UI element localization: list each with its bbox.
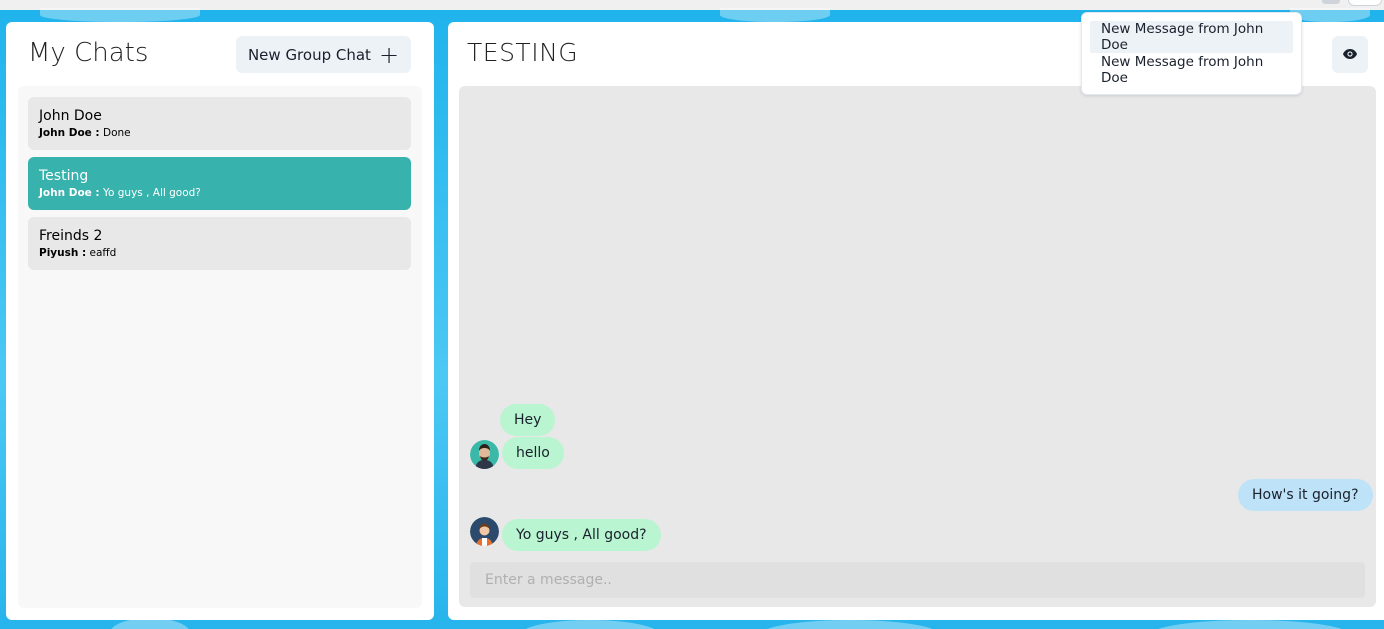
background-bubble	[1290, 8, 1370, 22]
chat-latest-text: eaffd	[86, 247, 117, 259]
chat-title: TESTING	[467, 38, 579, 67]
chat-list-item[interactable]: Freinds 2 Piyush : eaffd	[28, 217, 411, 270]
chat-list: John Doe John Doe : Done Testing John Do…	[18, 86, 422, 608]
chat-latest-text: Done	[99, 127, 131, 139]
my-chats-title: My Chats	[28, 38, 149, 68]
new-group-chat-button[interactable]: New Group Chat +	[236, 36, 411, 73]
chat-name: Testing	[39, 168, 89, 184]
chat-latest-message: John Doe : Done	[39, 126, 400, 140]
bell-icon[interactable]	[1322, 0, 1340, 4]
chat-latest-sender: Piyush :	[39, 247, 87, 259]
message-input[interactable]	[470, 562, 1365, 598]
top-strip	[0, 0, 1384, 10]
avatar-menu-icon[interactable]	[1348, 0, 1382, 6]
chat-list-item[interactable]: Testing John Doe : Yo guys , All good?	[28, 157, 411, 210]
background-bubble	[720, 8, 830, 22]
notification-menu: New Message from John Doe New Message fr…	[1081, 12, 1302, 95]
chat-latest-sender: John Doe :	[39, 127, 100, 139]
chat-latest-message: Piyush : eaffd	[39, 246, 400, 260]
chat-panel: TESTING Hey hello How's it going? Yo guy…	[448, 22, 1384, 620]
avatar[interactable]	[470, 517, 499, 546]
background-bubble	[1150, 620, 1350, 629]
background-bubble	[760, 620, 940, 629]
chat-name: John Doe	[39, 108, 102, 124]
message-bubble: How's it going?	[1238, 479, 1373, 511]
chat-latest-text: Yo guys , All good?	[99, 187, 201, 199]
message-bubble: hello	[502, 437, 564, 469]
background-bubble	[40, 8, 200, 22]
new-group-chat-label: New Group Chat	[247, 45, 371, 64]
message-bubble: Yo guys , All good?	[502, 519, 661, 551]
notification-item[interactable]: New Message from John Doe	[1090, 54, 1293, 86]
background-bubble	[520, 620, 660, 629]
view-profile-button[interactable]	[1332, 36, 1368, 73]
eye-icon	[1343, 47, 1357, 62]
chat-latest-message: John Doe : Yo guys , All good?	[39, 186, 400, 200]
chat-list-item[interactable]: John Doe John Doe : Done	[28, 97, 411, 150]
message-bubble: Hey	[500, 404, 556, 436]
plus-icon: +	[378, 40, 400, 69]
my-chats-panel: My Chats New Group Chat + John Doe John …	[6, 22, 434, 620]
chat-name: Freinds 2	[39, 228, 103, 244]
messages-area: Hey hello How's it going? Yo guys , All …	[459, 86, 1376, 607]
chat-latest-sender: John Doe :	[39, 187, 100, 199]
avatar[interactable]	[470, 440, 499, 469]
notification-item[interactable]: New Message from John Doe	[1090, 21, 1293, 53]
